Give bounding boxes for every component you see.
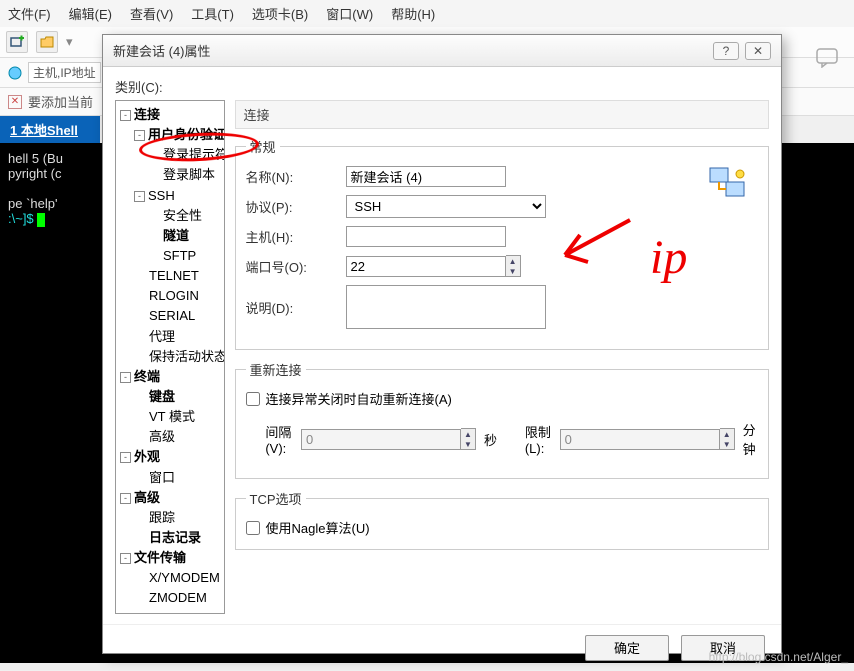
toggle-icon[interactable]: -: [120, 372, 131, 383]
watermark: http://blog.csdn.net/Alger_: [709, 650, 848, 664]
chat-icon[interactable]: [816, 48, 838, 71]
tree-appearance[interactable]: 外观: [134, 449, 160, 464]
tree-xymodem[interactable]: X/YMODEM: [149, 570, 220, 585]
tree-sftp[interactable]: SFTP: [163, 248, 196, 263]
category-tree[interactable]: -连接 -用户身份验证 登录提示符 登录脚本 -SSH 安全性: [115, 100, 225, 614]
spin-down-icon[interactable]: ▼: [720, 439, 734, 449]
toggle-icon[interactable]: -: [120, 553, 131, 564]
menu-file[interactable]: 文件(F): [8, 4, 51, 23]
reconnect-checkbox[interactable]: [246, 392, 260, 406]
interval-spinner[interactable]: ▲▼: [301, 428, 476, 450]
open-button[interactable]: [36, 31, 58, 53]
port-spinner[interactable]: ▲▼: [346, 255, 521, 277]
tree-keyboard[interactable]: 键盘: [149, 389, 175, 404]
network-icon: [708, 164, 748, 204]
spin-up-icon[interactable]: ▲: [461, 429, 475, 439]
nagle-label: 使用Nagle算法(U): [266, 518, 370, 537]
spin-down-icon[interactable]: ▼: [506, 266, 520, 276]
tree-connect[interactable]: 连接: [134, 107, 160, 122]
tree-advanced[interactable]: 高级: [134, 490, 160, 505]
menu-tabs[interactable]: 选项卡(B): [252, 4, 308, 23]
reconnect-label: 连接异常关闭时自动重新连接(A): [266, 389, 452, 408]
toggle-icon[interactable]: -: [134, 191, 145, 202]
tree-log[interactable]: 日志记录: [149, 530, 201, 545]
section-connect: 连接: [235, 100, 769, 129]
spin-up-icon[interactable]: ▲: [506, 256, 520, 266]
name-label: 名称(N):: [246, 167, 346, 186]
address-input[interactable]: 主机,IP地址: [28, 62, 101, 83]
limit-unit: 分钟: [743, 420, 758, 458]
tree-filetransfer[interactable]: 文件传输: [134, 550, 186, 565]
menu-window[interactable]: 窗口(W): [326, 4, 373, 23]
spin-down-icon[interactable]: ▼: [461, 439, 475, 449]
host-label: 主机(H):: [246, 227, 346, 246]
category-label: 类别(C):: [115, 77, 769, 96]
right-pane: 连接 常规 名称(N): 协议(P):SSH 主机(H): 端口号(O): ▲▼…: [235, 100, 769, 614]
tree-vtmode[interactable]: VT 模式: [149, 409, 195, 424]
tree-trace[interactable]: 跟踪: [149, 510, 175, 525]
group-tcp: TCP选项 使用Nagle算法(U): [235, 489, 769, 550]
toggle-icon[interactable]: -: [120, 110, 131, 121]
menu-edit[interactable]: 编辑(E): [69, 4, 112, 23]
toggle-icon[interactable]: -: [134, 130, 145, 141]
globe-icon: [8, 66, 22, 80]
nagle-checkbox[interactable]: [246, 521, 260, 535]
menu-help[interactable]: 帮助(H): [391, 4, 435, 23]
limit-input[interactable]: [560, 429, 720, 450]
legend-reconnect: 重新连接: [246, 360, 306, 379]
interval-input[interactable]: [301, 429, 461, 450]
new-session-button[interactable]: [6, 31, 28, 53]
close-tip-icon[interactable]: ✕: [8, 95, 22, 109]
tree-telnet[interactable]: TELNET: [149, 268, 199, 283]
menu-tools[interactable]: 工具(T): [191, 4, 234, 23]
name-input[interactable]: [346, 166, 506, 187]
session-properties-dialog: 新建会话 (4)属性 ? ✕ 类别(C): -连接 -用户身份验证 登录提示符 …: [102, 34, 782, 654]
titlebar: 新建会话 (4)属性 ? ✕: [103, 35, 781, 67]
dialog-buttons: 确定 取消: [103, 624, 781, 671]
tree-ssh[interactable]: SSH: [148, 188, 175, 203]
menu-view[interactable]: 查看(V): [130, 4, 173, 23]
menubar: 文件(F) 编辑(E) 查看(V) 工具(T) 选项卡(B) 窗口(W) 帮助(…: [0, 0, 854, 27]
group-general: 常规 名称(N): 协议(P):SSH 主机(H): 端口号(O): ▲▼ 说明…: [235, 137, 769, 350]
tree-keepalive[interactable]: 保持活动状态: [149, 349, 225, 364]
ok-button[interactable]: 确定: [585, 635, 669, 661]
tree-terminal[interactable]: 终端: [134, 369, 160, 384]
dialog-title: 新建会话 (4)属性: [113, 41, 707, 60]
limit-spinner[interactable]: ▲▼: [560, 428, 735, 450]
limit-label: 限制(L):: [525, 422, 552, 456]
port-label: 端口号(O):: [246, 257, 346, 276]
spin-up-icon[interactable]: ▲: [720, 429, 734, 439]
legend-tcp: TCP选项: [246, 489, 306, 508]
protocol-label: 协议(P):: [246, 197, 346, 216]
tree-tunnel[interactable]: 隧道: [163, 228, 189, 243]
tree-login-prompt[interactable]: 登录提示符: [163, 147, 225, 162]
port-input[interactable]: [346, 256, 506, 277]
tree-proxy[interactable]: 代理: [149, 329, 175, 344]
group-reconnect: 重新连接 连接异常关闭时自动重新连接(A) 间隔(V): ▲▼ 秒 限制(L):…: [235, 360, 769, 479]
interval-unit: 秒: [484, 430, 497, 449]
protocol-select[interactable]: SSH: [346, 195, 546, 218]
tab-local-shell[interactable]: 1 本地Shell: [0, 116, 100, 143]
help-button[interactable]: ?: [713, 42, 739, 60]
tree-auth[interactable]: 用户身份验证: [148, 127, 225, 142]
toggle-icon[interactable]: -: [120, 493, 131, 504]
tree-security[interactable]: 安全性: [163, 208, 202, 223]
cursor: [37, 213, 45, 227]
close-button[interactable]: ✕: [745, 42, 771, 60]
prompt: :\~]$: [8, 211, 37, 226]
tree-window[interactable]: 窗口: [149, 470, 175, 485]
tree-rlogin[interactable]: RLOGIN: [149, 288, 199, 303]
legend-general: 常规: [246, 137, 280, 156]
tip-text: 要添加当前: [28, 92, 93, 111]
toggle-icon[interactable]: -: [120, 452, 131, 463]
interval-label: 间隔(V):: [265, 422, 293, 456]
desc-textarea[interactable]: [346, 285, 546, 329]
tree-serial[interactable]: SERIAL: [149, 308, 195, 323]
tree-zmodem[interactable]: ZMODEM: [149, 590, 207, 605]
tree-advanced-term[interactable]: 高级: [149, 429, 175, 444]
host-input[interactable]: [346, 226, 506, 247]
desc-label: 说明(D):: [246, 298, 346, 317]
tree-login-script[interactable]: 登录脚本: [163, 167, 215, 182]
